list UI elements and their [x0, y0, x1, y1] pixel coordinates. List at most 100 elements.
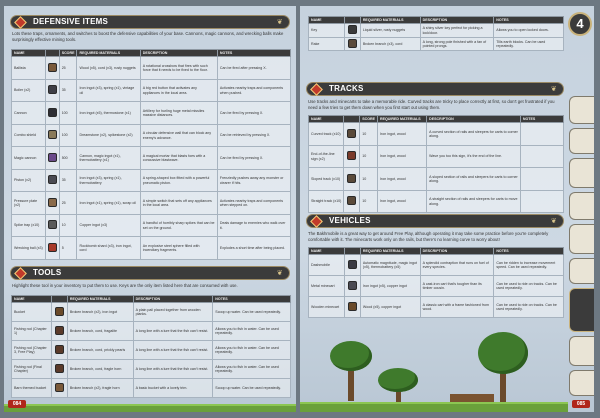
cell-notes — [519, 167, 565, 191]
column-header: REQUIRED MATERIALS — [359, 15, 421, 25]
column-header: NOTES — [519, 114, 565, 124]
table-row: Spike trap (x10) 10 Copper ingot (x3) A han… — [11, 213, 292, 238]
column-header — [343, 15, 361, 25]
cell-description: A spring-shaped box fitted with a powerf… — [139, 168, 218, 193]
cell-name: Fishing rod (Chapter 3, Free Play) — [11, 340, 52, 361]
item-icon — [347, 38, 357, 48]
cell-score: 10 — [58, 213, 78, 238]
chapter-number-badge: 4 — [568, 12, 592, 36]
cell-notes: Allows you to fish in water. Can be used… — [212, 340, 291, 361]
column-header — [44, 48, 60, 58]
column-header: NOTES — [212, 294, 291, 304]
cell-score: 5 — [58, 236, 78, 260]
table-row: Fishing rod (Final Chapter) Broken branch… — [11, 359, 291, 380]
cell-name: Cannon — [11, 101, 46, 125]
cell-materials: Dreamstone (x2), spikestone (x2) — [76, 123, 141, 148]
cell-notes: Allows you to open locked doors. — [493, 23, 564, 38]
tracks-table: NAME SCORE REQUIRED MATERIALS DESCRIPTION NO… — [307, 114, 565, 214]
table-row: Metal minecart Iron ingot (x5), copper in… — [308, 275, 564, 298]
cell-materials: Wood (x5), cord (x3), rusty nuggets — [76, 56, 141, 80]
column-header: NAME — [11, 294, 52, 304]
cell-notes: Frenziedly pushes away any monster or cl… — [216, 168, 292, 193]
cell-description: A sloped section of rails and sleepers f… — [426, 167, 521, 191]
cell-description: A magical mortar that blasts foes with a… — [139, 146, 218, 170]
tools-title: TOOLS — [33, 268, 62, 277]
side-tab-active[interactable] — [569, 288, 594, 332]
table-row: Boiler (x2) 35 Iron ingot (x3), spring (x1… — [11, 78, 292, 103]
defensive-items-title: DEFENSIVE ITEMS — [33, 17, 109, 26]
page-number-left: 084 — [8, 400, 26, 408]
table-row: Fishing rod (Chapter 1) Broken branch, co… — [11, 321, 291, 342]
cell-name: Curved track (x10) — [307, 122, 345, 146]
side-tab-6[interactable] — [569, 258, 594, 284]
side-tab-1[interactable] — [569, 96, 594, 124]
side-tab-3[interactable] — [569, 158, 594, 188]
item-icon — [54, 307, 64, 317]
column-header: DESCRIPTION — [426, 114, 521, 124]
item-icon — [47, 220, 57, 230]
grass-strip — [4, 404, 296, 412]
item-icon-cell — [50, 302, 68, 323]
cell-notes: Can be used to ride on tracks. Can be us… — [493, 296, 564, 319]
cell-description: A long, strong pole finished with a fan … — [419, 36, 495, 52]
cell-description: A handful of horribly sharp spikes that … — [139, 213, 218, 238]
cell-notes — [519, 122, 565, 146]
defensive-items-table: NAME SCORE REQUIRED MATERIALS DESCRIPTION NO… — [11, 48, 292, 260]
cell-materials: Iron ingot (x5), copper ingot — [359, 275, 421, 298]
vehicles-title: VEHICLES — [329, 216, 371, 225]
column-header — [343, 246, 361, 256]
column-header: SCORE — [359, 114, 378, 124]
side-tab-5[interactable] — [569, 224, 594, 254]
side-tab-8[interactable] — [569, 336, 594, 366]
table-row: Bucket Broken branch (x2), iron ingot A pl… — [11, 302, 291, 323]
side-tab-2[interactable] — [569, 128, 594, 154]
side-tab-4[interactable] — [569, 192, 594, 220]
cell-score: 10 — [359, 122, 378, 146]
ornament-icon: ❦ — [550, 86, 557, 93]
table-row: Ballista 25 Wood (x5), cord (x3), rusty nu… — [11, 56, 292, 80]
item-icon-cell — [44, 56, 60, 80]
item-icon-cell — [343, 144, 361, 169]
cell-score: 10 — [359, 189, 378, 214]
cell-name: Combo shield — [11, 123, 46, 148]
column-header — [343, 114, 361, 124]
tree-canopy — [478, 332, 528, 374]
column-header: NAME — [308, 15, 345, 25]
grass-strip — [300, 402, 568, 412]
item-icon — [47, 107, 57, 117]
cell-name: Wooden minecart — [308, 296, 345, 319]
item-icon — [347, 151, 357, 161]
side-tab-9[interactable] — [569, 370, 594, 396]
book-spread: DEFENSIVE ITEMS ❦ Lots these traps, orna… — [0, 0, 600, 418]
item-icon — [47, 152, 57, 162]
item-icon-cell — [343, 36, 361, 52]
cell-score: 35 — [58, 78, 78, 103]
table-row: End-of-the-line sign (x2) 10 Iron ingot, w… — [307, 144, 565, 169]
column-header: DESCRIPTION — [132, 294, 214, 304]
item-icon-cell — [343, 122, 361, 146]
cell-name: Fishing rod (Final Chapter) — [11, 359, 52, 380]
table-row: Sloped track (x10) 10 Iron ingot, wood A sl… — [307, 167, 565, 191]
cell-name: Sloped track (x10) — [307, 167, 345, 191]
cell-materials: Broken branch (x2), iron ingot — [66, 302, 134, 323]
column-header: NAME — [308, 246, 345, 256]
item-icon-cell — [50, 340, 68, 361]
cell-description: An explosive steel sphere filled with in… — [139, 236, 218, 260]
item-icon — [54, 326, 64, 336]
column-header — [50, 294, 68, 304]
cell-notes: Can be fired by pressing X. — [216, 101, 292, 125]
cell-score: 100 — [58, 123, 78, 148]
item-icon-cell — [50, 378, 68, 399]
cell-notes: Tills earth blocks. Can be used repeated… — [493, 36, 564, 52]
item-icon-cell — [343, 23, 361, 38]
column-header: REQUIRED MATERIALS — [359, 246, 421, 256]
cell-description: A long line with a lure that the fish ca… — [132, 340, 214, 361]
cell-materials: Broken branch, cord, fragalite — [66, 321, 134, 342]
cell-name: Piston (x2) — [11, 168, 46, 193]
tracks-header: TRACKS ❦ — [306, 82, 564, 96]
cell-materials: Broken branch (x3), cord — [359, 36, 421, 52]
item-icon-cell — [343, 254, 361, 277]
item-icon — [47, 130, 57, 140]
table-row: Wrecking ball (x3) 5 Rockbomb shard (x3), … — [11, 236, 292, 260]
cell-name: Pressure plate (x2) — [11, 191, 46, 215]
